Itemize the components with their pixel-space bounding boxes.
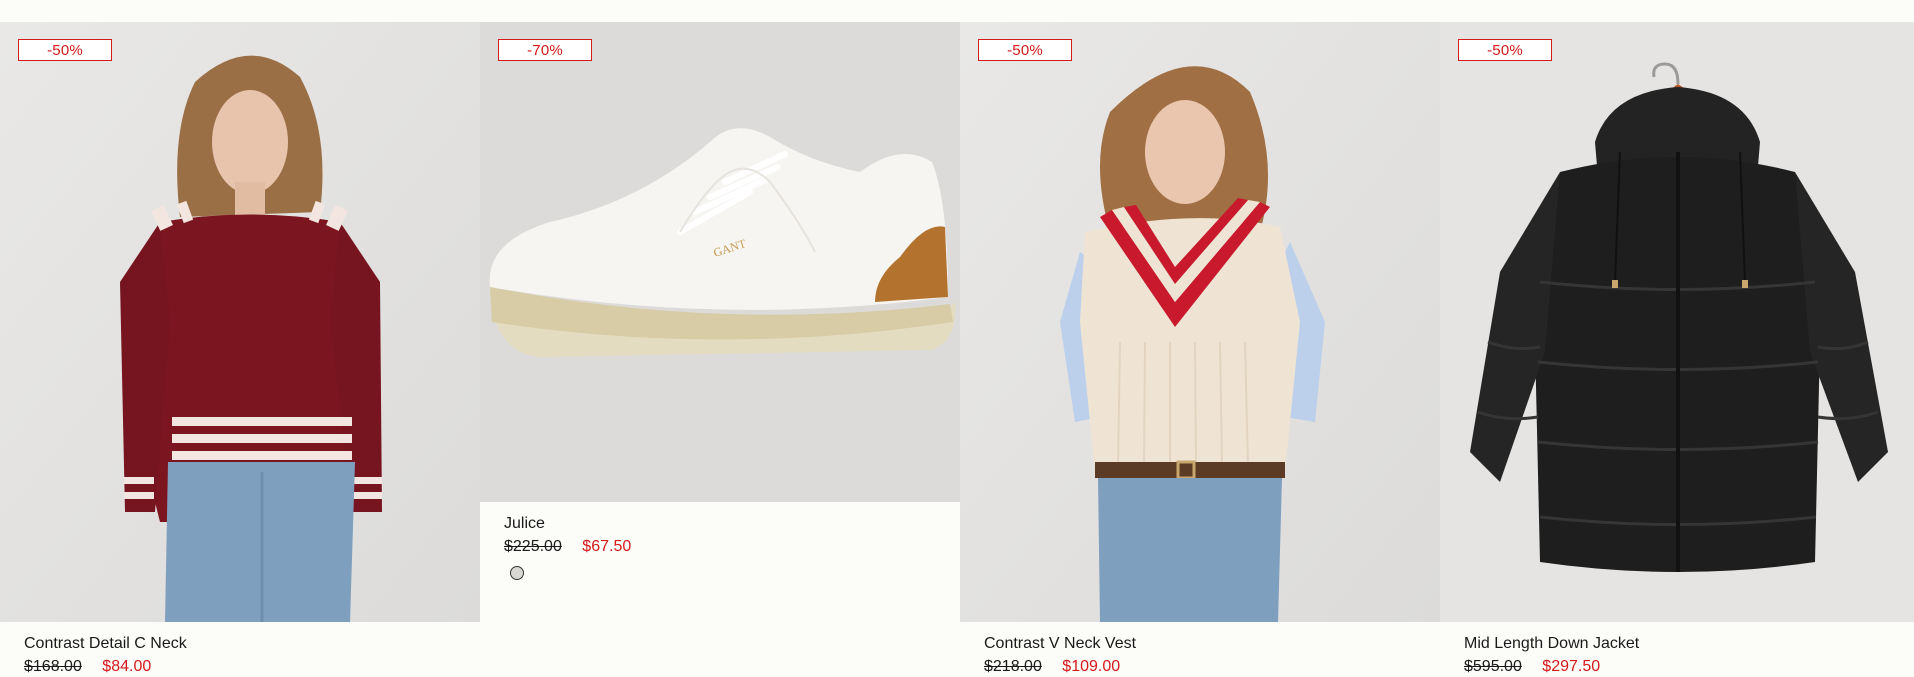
black-puffer-jacket-image: [1440, 22, 1914, 622]
original-price: $168.00: [24, 658, 82, 675]
original-price: $218.00: [984, 658, 1042, 675]
product-card-julice[interactable]: GANT Julice $225.00 $67.50 -70%: [480, 22, 960, 677]
price-row: $168.00 $84.00: [24, 657, 187, 677]
discount-badge: -50%: [1458, 39, 1552, 61]
price-row: $225.00 $67.50: [504, 537, 631, 557]
product-info: Mid Length Down Jacket $595.00 $297.50: [1464, 634, 1639, 677]
product-image[interactable]: [0, 22, 480, 622]
product-image[interactable]: [960, 22, 1440, 622]
model-red-sweater-image: [0, 22, 480, 622]
product-name[interactable]: Contrast V Neck Vest: [984, 634, 1136, 654]
price-row: $595.00 $297.50: [1464, 657, 1639, 677]
original-price: $225.00: [504, 538, 562, 555]
original-price: $595.00: [1464, 658, 1522, 675]
product-image[interactable]: [1440, 22, 1914, 622]
discount-badge: -70%: [498, 39, 592, 61]
sale-price: $67.50: [582, 538, 632, 555]
product-card-contrast-v-neck-vest[interactable]: -50% Contrast V Neck Vest $218.00 $109.0…: [960, 22, 1440, 677]
discount-badge: -50%: [978, 39, 1072, 61]
color-swatch[interactable]: [510, 566, 524, 580]
product-details-panel: Julice $225.00 $67.50: [480, 502, 960, 622]
product-info: Contrast Detail C Neck $168.00 $84.00: [24, 634, 187, 677]
product-grid: -50% Contrast Detail C Neck $168.00 $84.…: [0, 22, 1914, 677]
model-cricket-vest-image: [960, 22, 1440, 622]
product-card-mid-length-down-jacket[interactable]: -50% Mid Length Down Jacket $595.00 $297…: [1440, 22, 1914, 677]
product-card-contrast-detail-c-neck[interactable]: -50% Contrast Detail C Neck $168.00 $84.…: [0, 22, 480, 677]
product-info: Contrast V Neck Vest $218.00 $109.00: [984, 634, 1136, 677]
sale-price: $109.00: [1062, 658, 1121, 675]
product-image[interactable]: GANT Julice $225.00 $67.50: [480, 22, 960, 622]
product-name[interactable]: Mid Length Down Jacket: [1464, 634, 1639, 654]
product-name[interactable]: Julice: [504, 514, 631, 534]
sale-price: $84.00: [102, 658, 152, 675]
price-row: $218.00 $109.00: [984, 657, 1136, 677]
sale-price: $297.50: [1542, 658, 1601, 675]
discount-badge: -50%: [18, 39, 112, 61]
product-name[interactable]: Contrast Detail C Neck: [24, 634, 187, 654]
product-info: Julice $225.00 $67.50: [504, 514, 631, 580]
